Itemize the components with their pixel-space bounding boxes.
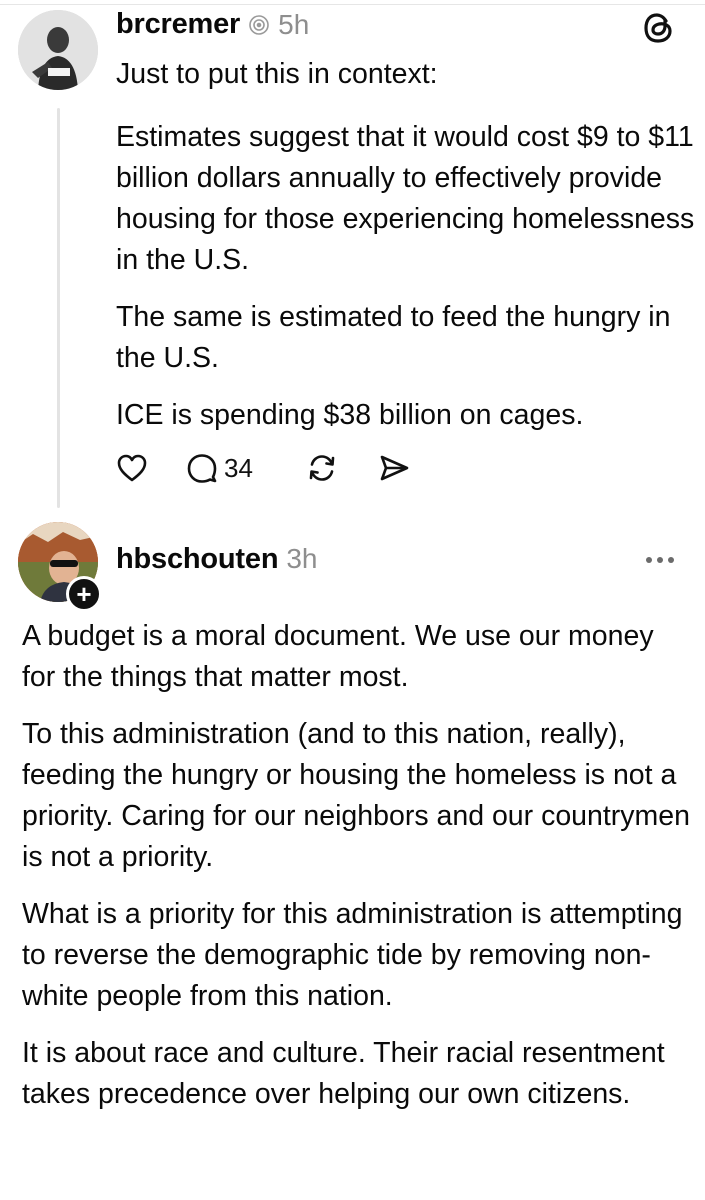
- like-button[interactable]: [116, 450, 186, 486]
- post-hbschouten: + hbschouten 3h A budget is a moral docu…: [0, 510, 705, 1200]
- avatar-photo: [18, 10, 98, 90]
- share-icon: [380, 455, 409, 481]
- post-body: Just to put this in context: Estimates s…: [116, 54, 701, 452]
- repost-icon: [309, 455, 335, 481]
- repost-button[interactable]: [306, 450, 378, 486]
- heart-icon: [117, 454, 147, 482]
- post-paragraph: What is a priority for this administrati…: [22, 898, 683, 1012]
- dot: [668, 557, 674, 563]
- share-button[interactable]: [378, 450, 418, 486]
- post-header: hbschouten 3h: [116, 543, 318, 576]
- post-paragraph: The same is estimated to feed the hungry…: [116, 301, 671, 374]
- comment-icon: [187, 454, 217, 483]
- timestamp: 5h: [278, 8, 310, 40]
- threads-logo[interactable]: [640, 10, 676, 46]
- follow-button[interactable]: +: [66, 576, 102, 612]
- post-paragraph: It is about race and culture. Their raci…: [22, 1037, 665, 1110]
- post-paragraph: To this administration (and to this nati…: [22, 718, 690, 873]
- timestamp: 3h: [286, 543, 318, 574]
- post-paragraph: ICE is spending $38 billion on cages.: [116, 399, 584, 431]
- action-bar: 34: [116, 450, 418, 486]
- post-paragraph: Just to put this in context:: [116, 58, 438, 90]
- dot: [646, 557, 652, 563]
- reply-button[interactable]: 34: [186, 450, 306, 486]
- avatar[interactable]: [18, 10, 98, 90]
- thread-line: [57, 108, 60, 508]
- more-options-icon[interactable]: [646, 550, 686, 570]
- post-paragraph: Estimates suggest that it would cost $9 …: [116, 121, 695, 276]
- dot: [657, 557, 663, 563]
- username[interactable]: brcremer: [116, 8, 240, 41]
- post-body: A budget is a moral document. We use our…: [22, 616, 694, 1131]
- username[interactable]: hbschouten: [116, 543, 279, 576]
- verified-icon: [248, 14, 270, 36]
- post-paragraph: A budget is a moral document. We use our…: [22, 620, 654, 693]
- post-brcremer: brcremer 5h Just to put this in context:…: [0, 0, 705, 510]
- post-header: brcremer 5h: [116, 8, 309, 41]
- reply-count: 34: [224, 452, 253, 483]
